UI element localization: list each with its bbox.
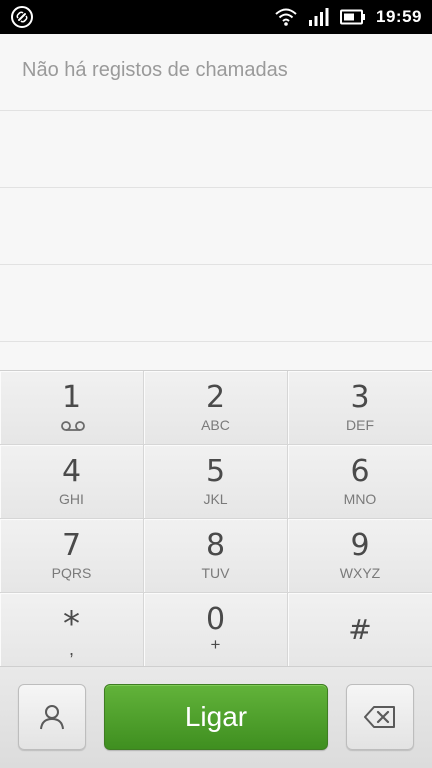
signal-icon xyxy=(309,8,329,26)
key-digit: 7 xyxy=(61,528,82,563)
clock: 19:59 xyxy=(376,7,422,26)
key-letters: + xyxy=(210,635,221,654)
key-1[interactable]: 1 xyxy=(0,371,144,445)
key-letters: JKL xyxy=(203,491,228,507)
key-letters: , xyxy=(68,639,74,659)
key-7[interactable]: 7 PQRS xyxy=(0,519,144,593)
call-log-list[interactable]: Não há registos de chamadas xyxy=(0,34,432,370)
voicemail-icon xyxy=(61,421,85,431)
key-digit: 8 xyxy=(205,528,226,563)
key-star[interactable]: * , xyxy=(0,593,144,667)
list-item xyxy=(0,111,432,188)
contacts-button[interactable] xyxy=(18,684,86,750)
key-5[interactable]: 5 JKL xyxy=(144,445,288,519)
list-item xyxy=(0,188,432,265)
empty-call-log-message: Não há registos de chamadas xyxy=(22,59,288,81)
key-symbol: # xyxy=(348,613,372,646)
key-digit: 6 xyxy=(350,454,370,489)
key-8[interactable]: 8 TUV xyxy=(144,519,288,593)
backspace-icon xyxy=(364,706,395,728)
call-button[interactable]: Ligar xyxy=(104,684,328,750)
wifi-icon xyxy=(275,8,297,26)
key-4[interactable]: 4 GHI xyxy=(0,445,144,519)
list-item xyxy=(0,265,432,342)
key-letters: WXYZ xyxy=(339,565,381,581)
key-hash[interactable]: # xyxy=(288,593,432,667)
key-letters: MNO xyxy=(343,491,377,507)
status-bar: 19:59 xyxy=(0,0,432,34)
dial-keypad: 1 2 ABC 3 DEF 4 GHI 5 JKL 6 MNO 7 PQRS 8… xyxy=(0,370,432,667)
dialer-action-bar: Ligar xyxy=(0,666,432,768)
key-digit: 1 xyxy=(61,380,82,415)
key-letters: GHI xyxy=(59,491,84,507)
contacts-icon xyxy=(40,705,64,730)
key-symbol: * xyxy=(63,604,80,644)
key-letters: DEF xyxy=(346,417,374,433)
key-6[interactable]: 6 MNO xyxy=(288,445,432,519)
key-3[interactable]: 3 DEF xyxy=(288,371,432,445)
battery-icon xyxy=(340,9,366,25)
key-digit: 2 xyxy=(205,380,226,415)
link-notification-icon xyxy=(11,6,33,28)
key-letters: ABC xyxy=(201,417,230,433)
key-digit: 4 xyxy=(61,454,82,489)
backspace-button[interactable] xyxy=(346,684,414,750)
key-digit: 9 xyxy=(350,528,370,563)
key-digit: 5 xyxy=(205,454,226,489)
key-digit: 3 xyxy=(350,380,370,415)
key-9[interactable]: 9 WXYZ xyxy=(288,519,432,593)
key-digit: 0 xyxy=(205,602,226,637)
key-letters: TUV xyxy=(201,565,230,581)
key-letters: PQRS xyxy=(51,565,92,581)
key-2[interactable]: 2 ABC xyxy=(144,371,288,445)
key-0[interactable]: 0 + xyxy=(144,593,288,667)
